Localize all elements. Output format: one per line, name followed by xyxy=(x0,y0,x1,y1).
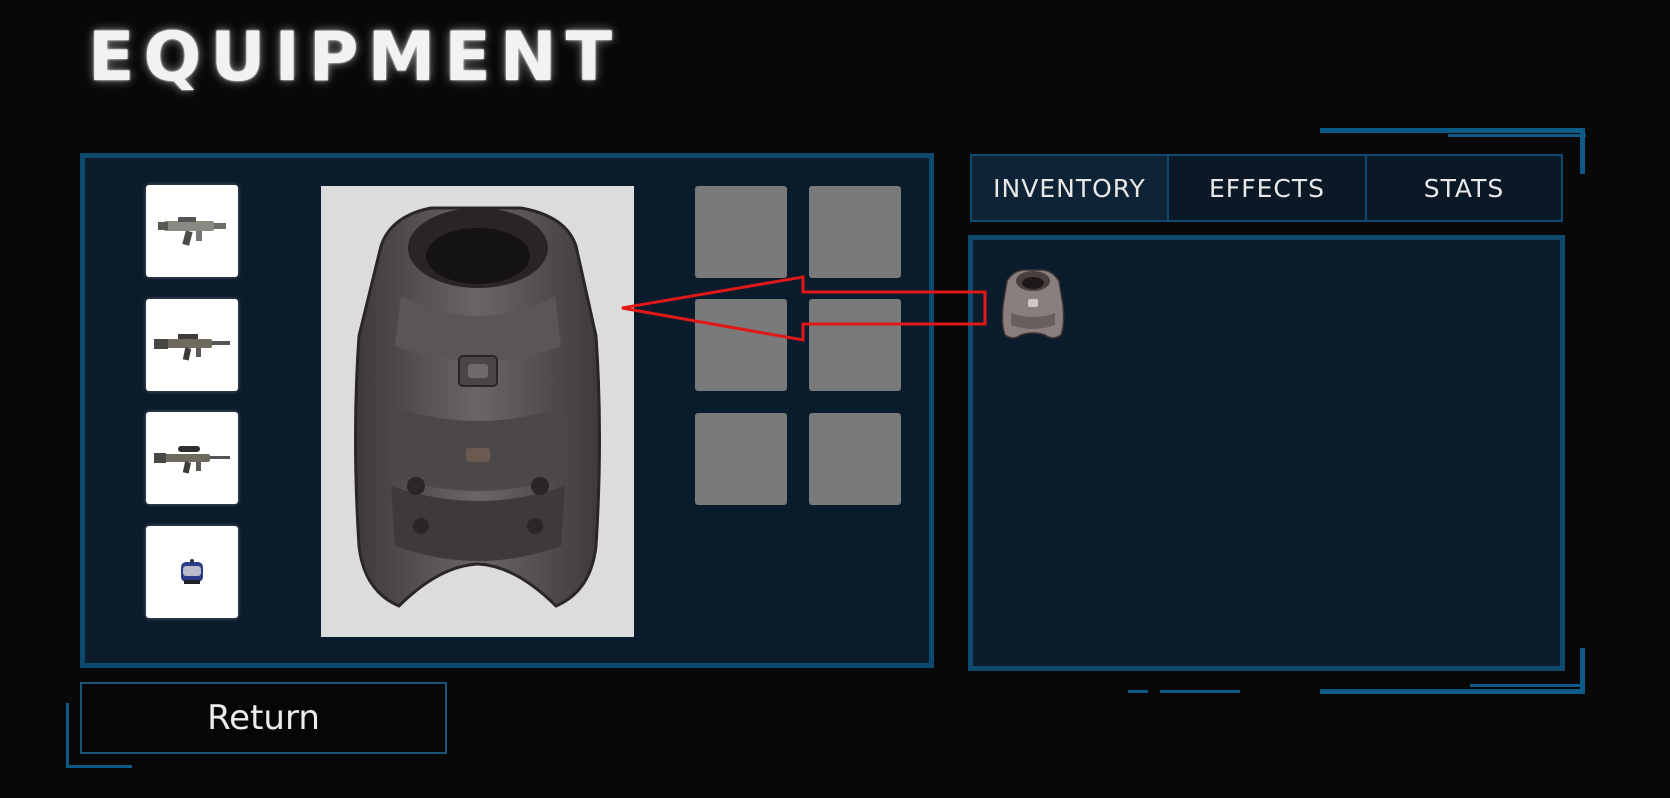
drag-arrow-annotation xyxy=(621,275,987,342)
return-button[interactable]: Return xyxy=(80,682,447,754)
